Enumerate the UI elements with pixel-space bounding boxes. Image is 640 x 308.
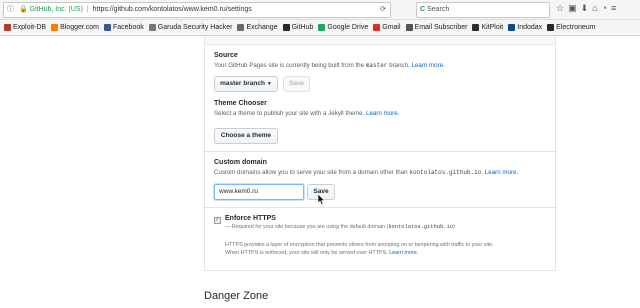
toolbar-icons: ☆▣⬇⌂◔≡ bbox=[556, 3, 620, 14]
custom-domain-title: Custom domain bbox=[214, 159, 267, 166]
bookmark-favicon-icon bbox=[318, 24, 326, 31]
bookmark-label: Gmail bbox=[382, 24, 401, 31]
enforce-https-title: Enforce HTTPS bbox=[225, 215, 276, 222]
bookmark-label: KitPloit bbox=[481, 24, 504, 31]
bookmark-favicon-icon bbox=[148, 24, 156, 31]
source-description: Your GitHub Pages site is currently bein… bbox=[214, 62, 549, 69]
bookmark-item[interactable]: Gmail bbox=[373, 20, 401, 35]
bookmark-item[interactable]: KitPloit bbox=[472, 20, 503, 35]
bookmark-favicon-icon bbox=[104, 24, 111, 31]
source-save-button[interactable]: Save bbox=[283, 76, 310, 92]
bookmark-item[interactable]: Indodax bbox=[508, 20, 542, 35]
source-section: Source Your GitHub Pages site is current… bbox=[214, 52, 549, 69]
bookmark-label: Exploit-DB bbox=[13, 24, 47, 31]
bookmarks-bar: Exploit-DB Blogger.com Facebook Garuda Secu… bbox=[0, 20, 640, 36]
info-icon[interactable]: ⓘ bbox=[7, 3, 14, 17]
home-icon[interactable]: ⌂ bbox=[592, 3, 601, 13]
browser-toolbar: ⓘ 🔒 GitHub, Inc. (US) | https://github.c… bbox=[0, 0, 640, 20]
theme-description-text: Select a theme to publish your site with… bbox=[214, 110, 367, 117]
bookmark-item[interactable]: Exchange bbox=[237, 20, 278, 35]
bookmark-label: Garuda Security Hacker bbox=[157, 24, 233, 31]
source-description-tail: branch. bbox=[387, 62, 412, 69]
address-bar[interactable]: ⓘ 🔒 GitHub, Inc. (US) | https://github.c… bbox=[3, 2, 391, 18]
reload-icon[interactable]: ⟳ bbox=[380, 3, 386, 17]
custom-domain-input[interactable]: www.kem0.ru bbox=[214, 184, 304, 200]
source-description-text: Your GitHub Pages site is currently bein… bbox=[214, 62, 366, 69]
search-placeholder: Search bbox=[427, 6, 450, 13]
danger-zone-title: Danger Zone bbox=[204, 290, 269, 302]
bookmark-label: Google Drive bbox=[327, 24, 369, 31]
menu-icon[interactable]: ≡ bbox=[611, 3, 620, 13]
choose-theme-button[interactable]: Choose a theme bbox=[214, 128, 278, 144]
section-divider bbox=[205, 207, 555, 208]
https-required-text: — Required for your site because you are… bbox=[225, 224, 389, 230]
custom-domain-description-text: Custom domains allow you to serve your s… bbox=[214, 169, 410, 176]
download-icon[interactable]: ⬇ bbox=[581, 3, 593, 13]
bookmark-favicon-icon bbox=[237, 24, 245, 31]
site-identity[interactable]: GitHub, Inc. (US) bbox=[30, 6, 83, 13]
https-required-code: kontolatos.github.io bbox=[388, 224, 454, 230]
https-required-tail: ) bbox=[453, 224, 455, 230]
source-title: Source bbox=[214, 52, 238, 59]
bookmark-favicon-icon bbox=[51, 24, 59, 31]
theme-description: Select a theme to publish your site with… bbox=[214, 110, 549, 117]
panel-top-strip bbox=[205, 36, 555, 45]
bookmark-item[interactable]: Blogger.com bbox=[51, 20, 99, 35]
url-text[interactable]: https://github.com/kontolatos/www.kem0.r… bbox=[93, 6, 252, 13]
bookmark-item[interactable]: GitHub bbox=[282, 20, 314, 35]
bookmark-favicon-icon bbox=[4, 24, 11, 31]
theme-title: Theme Chooser bbox=[214, 100, 267, 107]
custom-domain-description: Custom domains allow you to serve your s… bbox=[214, 169, 549, 176]
bookmark-favicon-icon bbox=[472, 24, 480, 31]
bookmark-item[interactable]: Electroneum bbox=[547, 20, 595, 35]
theme-learn-more-link[interactable]: Learn more. bbox=[366, 110, 399, 117]
bookmark-label: Exchange bbox=[246, 24, 278, 31]
pocket-icon[interactable]: ◔ bbox=[602, 3, 611, 13]
search-input[interactable]: C Search bbox=[416, 2, 550, 18]
branch-select-label: master branch bbox=[220, 80, 265, 87]
source-branch-code: master bbox=[365, 62, 388, 69]
bookmark-label: Electroneum bbox=[556, 24, 596, 31]
bookmark-item[interactable]: Email Subscriber bbox=[405, 20, 468, 35]
custom-domain-learn-more-link[interactable]: Learn more. bbox=[485, 169, 518, 176]
https-info-line2: When HTTPS is enforced, your site will o… bbox=[225, 250, 560, 256]
branch-select-button[interactable]: master branch ▼ bbox=[214, 76, 278, 92]
bookmark-item[interactable]: Garuda Security Hacker bbox=[148, 20, 233, 35]
search-engine-icon[interactable]: C bbox=[420, 6, 425, 13]
bookmark-label: GitHub bbox=[291, 24, 314, 31]
bookmark-label: Blogger.com bbox=[60, 24, 99, 31]
bookmark-item[interactable]: Exploit-DB bbox=[4, 20, 46, 35]
chevron-down-icon: ▼ bbox=[266, 81, 272, 87]
bookmark-favicon-icon bbox=[373, 24, 381, 31]
https-info-line2-text: When HTTPS is enforced, your site will o… bbox=[225, 250, 390, 256]
https-info-line1: HTTPS provides a layer of encryption tha… bbox=[225, 242, 494, 248]
custom-domain-section: Custom domain Custom domains allow you t… bbox=[214, 159, 549, 176]
url-separator: | bbox=[86, 6, 89, 13]
lock-icon: 🔒 bbox=[18, 6, 28, 13]
source-learn-more-link[interactable]: Learn more. bbox=[411, 62, 444, 69]
bookmark-favicon-icon bbox=[405, 24, 413, 31]
bookmark-label: Email Subscriber bbox=[414, 24, 468, 31]
enforce-https-checkbox[interactable]: ✓ bbox=[214, 217, 221, 224]
https-section: Enforce HTTPS — Required for your site b… bbox=[225, 215, 560, 256]
bookmark-favicon-icon bbox=[547, 24, 555, 31]
star-icon[interactable]: ☆ bbox=[556, 3, 568, 13]
section-divider bbox=[205, 151, 555, 152]
bookmark-favicon-icon bbox=[282, 24, 290, 31]
custom-domain-code: kontolatos.github.io bbox=[409, 169, 482, 176]
bookmark-label: Facebook bbox=[113, 24, 144, 31]
clipboard-icon[interactable]: ▣ bbox=[568, 3, 581, 13]
https-required-note: — Required for your site because you are… bbox=[225, 224, 560, 230]
bookmark-favicon-icon bbox=[508, 24, 516, 31]
mouse-cursor-icon bbox=[318, 194, 325, 205]
bookmark-item[interactable]: Facebook bbox=[104, 20, 144, 35]
theme-section: Theme Chooser Select a theme to publish … bbox=[214, 100, 549, 117]
https-learn-more-link[interactable]: Learn more. bbox=[389, 250, 418, 256]
bookmark-label: Indodax bbox=[517, 24, 543, 31]
bookmark-item[interactable]: Google Drive bbox=[318, 20, 368, 35]
github-pages-panel: Source Your GitHub Pages site is current… bbox=[204, 36, 556, 271]
